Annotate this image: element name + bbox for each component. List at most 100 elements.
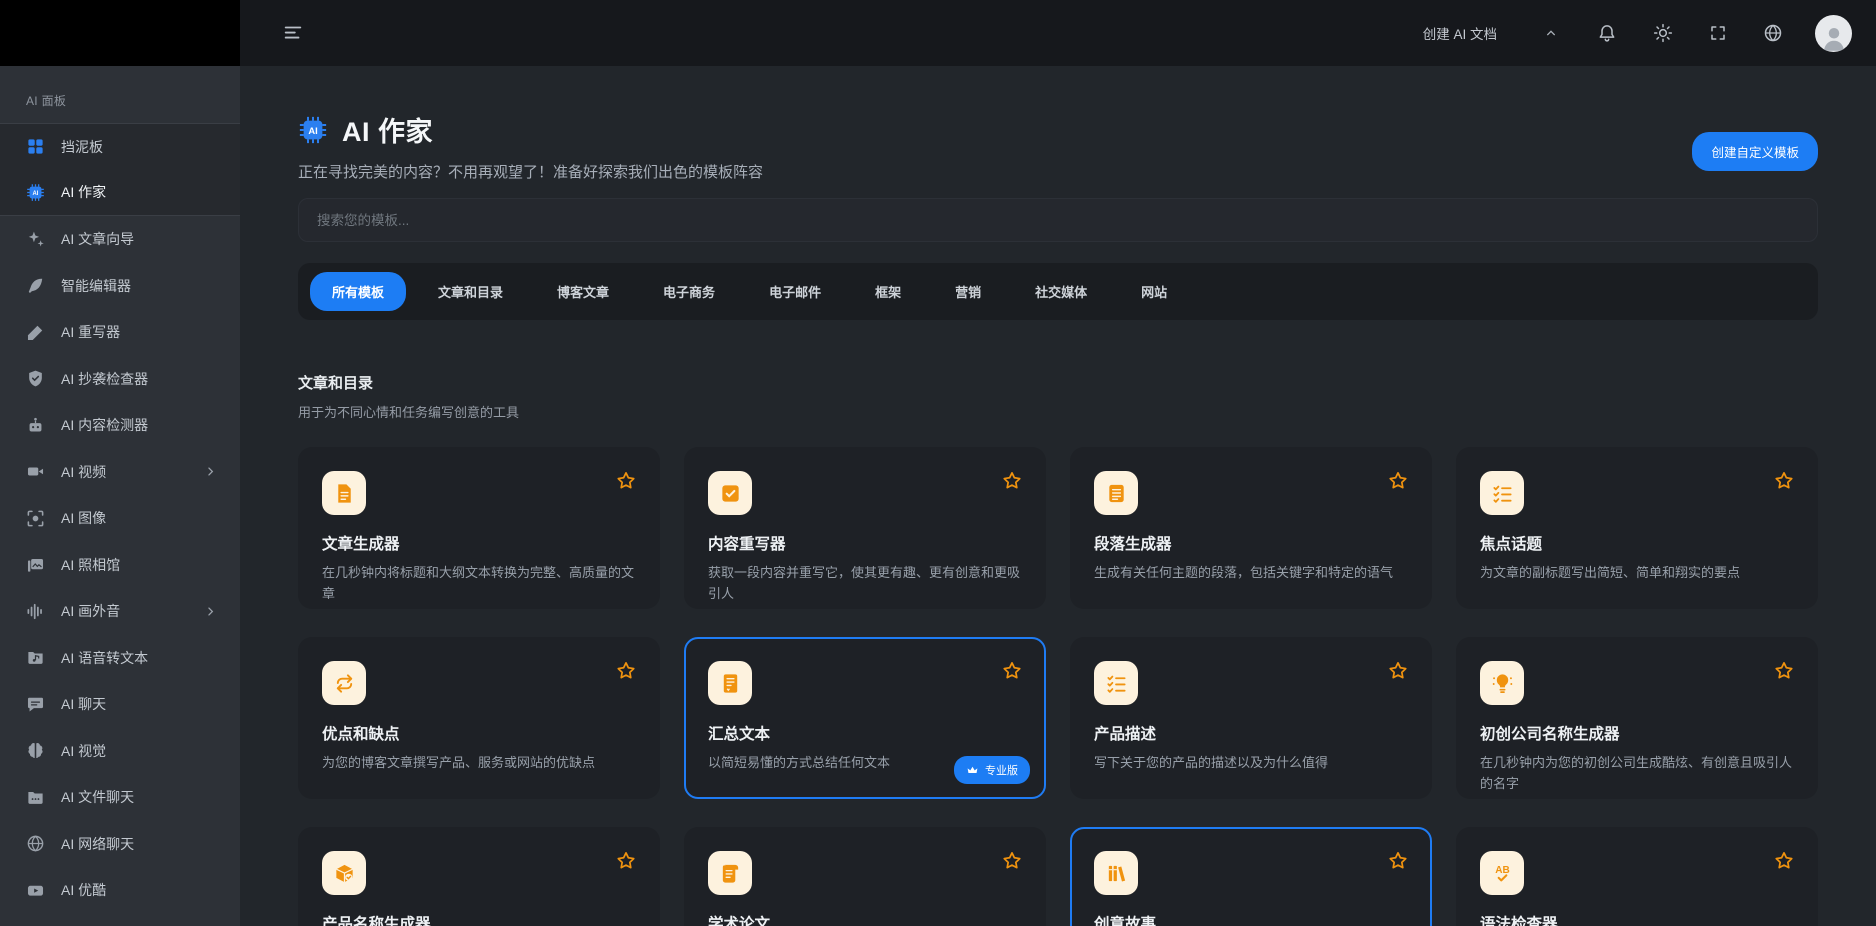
sidebar-item-shield-check[interactable]: AI 抄袭检查器 [0,356,240,403]
swap-icon [333,672,356,695]
filter-tab-8[interactable]: 网站 [1119,272,1189,311]
user-avatar[interactable] [1815,15,1852,52]
create-doc-label: 创建 AI 文档 [1423,23,1497,43]
sparkles-icon [26,230,45,249]
sidebar-item-robot[interactable]: AI 内容检测器 [0,402,240,449]
ai-chip-icon [298,115,328,145]
filter-tab-5[interactable]: 框架 [853,272,923,311]
template-card[interactable]: 内容重写器 获取一段内容并重写它，使其更有趣、更有创意和更吸引人 [684,447,1046,609]
section-title: 文章和目录 [298,372,1818,393]
template-card[interactable]: 语法检查器 确保您的内容中没有错误 [1456,827,1818,926]
favorite-star-icon[interactable] [615,850,637,872]
filter-tab-7[interactable]: 社交媒体 [1013,272,1109,311]
page-subtitle: 正在寻找完美的内容？不用再观望了！准备好探索我们出色的模板阵容 [298,161,763,182]
sidebar-menu: 挡泥板 AI 作家 AI 文章向导 智能编辑器 AI 重写器 AI 抄袭检查器 … [0,123,240,926]
header-actions: 创建 AI 文档 [1423,15,1852,52]
favorite-star-icon[interactable] [1773,850,1795,872]
crown-icon [966,764,979,777]
file-text-icon [333,482,356,505]
pencil-icon [26,323,45,342]
sidebar-item-audio-file[interactable]: AI 语音转文本 [0,635,240,682]
filter-tab-0[interactable]: 所有模板 [310,272,406,311]
search-input[interactable] [317,213,1799,228]
sidebar-item-rss[interactable]: AI RSS [0,914,240,926]
checklist-icon [1491,482,1514,505]
sidebar-item-image-focus[interactable]: AI 图像 [0,495,240,542]
sidebar-item-youtube[interactable]: AI 优酷 [0,867,240,914]
favorite-star-icon[interactable] [1001,470,1023,492]
template-card[interactable]: 学术论文 只需一秒钟即可为各种主题创建创意学术论文 [684,827,1046,926]
robot-icon [26,416,45,435]
audio-file-icon [26,648,45,667]
template-card[interactable]: 创意故事 允许 AI 根据输入文本为您生成创意故事 [1070,827,1432,926]
shield-check-icon [26,369,45,388]
favorite-star-icon[interactable] [1773,660,1795,682]
favorite-star-icon[interactable] [1387,850,1409,872]
sidebar-item-dashboard[interactable]: 挡泥板 [0,123,240,170]
search-bar [298,198,1818,242]
create-doc-dropdown[interactable]: 创建 AI 文档 [1423,23,1559,43]
template-card[interactable]: 产品描述 写下关于您的产品的描述以及为什么值得 [1070,637,1432,799]
filter-tab-1[interactable]: 文章和目录 [416,272,525,311]
sidebar-item-ai-chip[interactable]: AI 作家 [0,170,240,217]
chevron-right-icon [203,604,218,619]
gallery-icon [26,555,45,574]
sidebar-item-video[interactable]: AI 视频 [0,449,240,496]
template-card[interactable]: 产品名称生成器 根据示例词创建创意商品名称 [298,827,660,926]
favorite-star-icon[interactable] [1387,660,1409,682]
favorite-star-icon[interactable] [1001,850,1023,872]
filter-tab-2[interactable]: 博客文章 [535,272,631,311]
menu-icon[interactable] [278,18,308,48]
create-custom-template-button[interactable]: 创建自定义模板 [1692,132,1818,171]
sidebar-item-brain[interactable]: AI 视觉 [0,728,240,775]
chat-icon [26,695,45,714]
chevron-up-icon [1543,25,1559,41]
template-card[interactable]: 段落生成器 生成有关任何主题的段落，包括关键字和特定的语气 [1070,447,1432,609]
sidebar-item-folder-chat[interactable]: AI 文件聊天 [0,774,240,821]
folder-chat-icon [26,788,45,807]
language-globe-icon[interactable] [1759,19,1787,47]
checklist-icon [1105,672,1128,695]
scroll-icon [719,862,742,885]
sidebar-section-label: AI 面板 [0,66,240,123]
filter-tab-6[interactable]: 营销 [933,272,1003,311]
sidebar: AI 面板 挡泥板 AI 作家 AI 文章向导 智能编辑器 AI 重写器 AI … [0,66,240,926]
favorite-star-icon[interactable] [615,660,637,682]
template-grid: 文章生成器 在几秒钟内将标题和大纲文本转换为完整、高质量的文章 内容重写器 获取… [298,447,1818,926]
chevron-right-icon [203,464,218,479]
favorite-star-icon[interactable] [1387,470,1409,492]
fullscreen-icon[interactable] [1705,20,1731,46]
video-icon [26,462,45,481]
filter-tab-3[interactable]: 电子商务 [641,272,737,311]
sidebar-item-chat[interactable]: AI 聊天 [0,681,240,728]
check-square-icon [719,482,742,505]
header-bar: 创建 AI 文档 [240,0,1876,66]
favorite-star-icon[interactable] [1773,470,1795,492]
sidebar-item-feather[interactable]: 智能编辑器 [0,263,240,310]
books-icon [1105,862,1128,885]
ai-chip-icon [26,183,45,202]
feather-icon [26,276,45,295]
section-head: 文章和目录 用于为不同心情和任务编写创意的工具 [298,372,1818,421]
template-card[interactable]: 文章生成器 在几秒钟内将标题和大纲文本转换为完整、高质量的文章 [298,447,660,609]
brightness-icon[interactable] [1649,19,1677,47]
sidebar-item-pencil[interactable]: AI 重写器 [0,309,240,356]
favorite-star-icon[interactable] [1001,660,1023,682]
sidebar-item-sparkles[interactable]: AI 文章向导 [0,216,240,263]
template-card[interactable]: 优点和缺点 为您的博客文章撰写产品、服务或网站的优缺点 [298,637,660,799]
page-title: AI 作家 [342,110,433,149]
sidebar-item-globe[interactable]: AI 网络聊天 [0,821,240,868]
globe-icon [26,834,45,853]
template-card[interactable]: 初创公司名称生成器 在几秒钟内为您的初创公司生成酷炫、有创意且吸引人的名字 [1456,637,1818,799]
sidebar-item-gallery[interactable]: AI 照相馆 [0,542,240,589]
sidebar-item-waveform[interactable]: AI 画外音 [0,588,240,635]
waveform-icon [26,602,45,621]
template-filter-tabs: 所有模板文章和目录博客文章电子商务电子邮件框架营销社交媒体网站 [298,263,1818,320]
bell-icon[interactable] [1593,19,1621,47]
dashboard-icon [26,137,45,156]
template-card[interactable]: 焦点话题 为文章的副标题写出简短、简单和翔实的要点 [1456,447,1818,609]
pro-badge: 专业版 [954,756,1030,784]
favorite-star-icon[interactable] [615,470,637,492]
template-card[interactable]: 汇总文本 以简短易懂的方式总结任何文本 专业版 [684,637,1046,799]
filter-tab-4[interactable]: 电子邮件 [747,272,843,311]
